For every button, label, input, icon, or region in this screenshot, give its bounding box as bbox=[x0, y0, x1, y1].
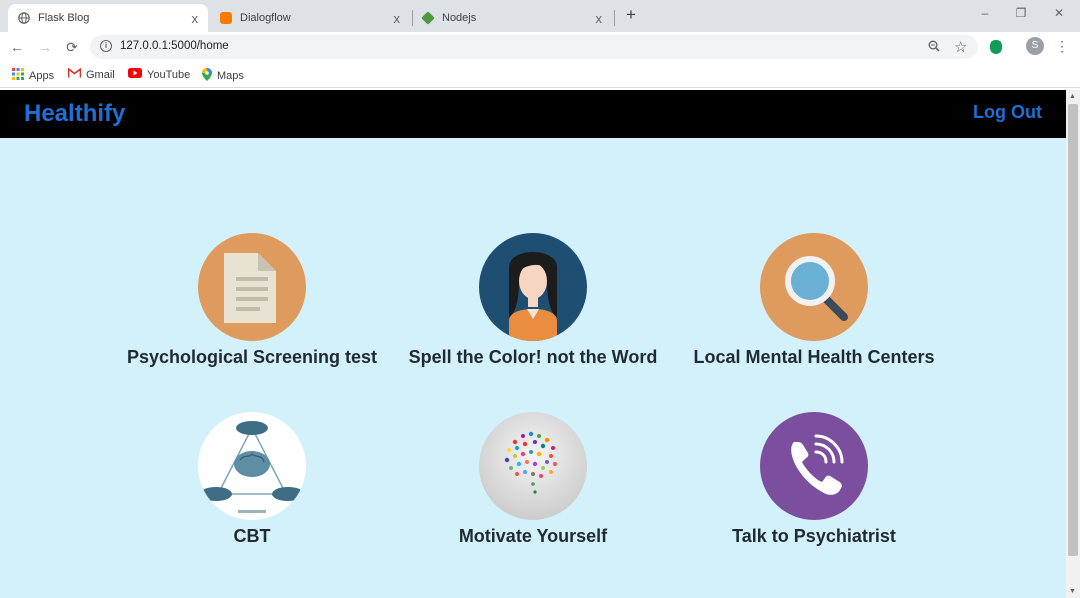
close-window-button[interactable]: ✕ bbox=[1050, 6, 1068, 20]
document-icon bbox=[198, 233, 306, 341]
tab-label: Nodejs bbox=[442, 12, 477, 24]
dialogflow-icon bbox=[220, 12, 232, 24]
menu-kebab-icon[interactable]: ⋮ bbox=[1055, 38, 1069, 55]
address-bar[interactable]: i 127.0.0.1:5000/home ☆ bbox=[90, 35, 978, 59]
restore-button[interactable]: ❐ bbox=[1012, 6, 1030, 20]
card-label: Local Mental Health Centers bbox=[693, 347, 935, 367]
tab-label: Dialogflow bbox=[240, 12, 291, 24]
logout-link[interactable]: Log Out bbox=[973, 102, 1042, 123]
bookmark-youtube[interactable]: YouTube bbox=[128, 68, 190, 81]
card-label: CBT bbox=[233, 526, 271, 546]
tab-nodejs[interactable]: Nodejs x bbox=[412, 4, 612, 32]
card-psychological-screening[interactable]: Psychological Screening test bbox=[102, 233, 402, 368]
bookmark-maps[interactable]: Maps bbox=[202, 68, 244, 84]
bookmark-label: Maps bbox=[217, 70, 244, 82]
maps-pin-icon bbox=[202, 68, 212, 84]
close-tab-icon[interactable]: x bbox=[394, 11, 401, 26]
woman-avatar-icon bbox=[479, 233, 587, 341]
tab-strip: Flask Blog x Dialogflow x Nodejs x + – ❐… bbox=[0, 0, 1080, 32]
bookmark-label: YouTube bbox=[147, 68, 191, 81]
zoom-icon[interactable] bbox=[928, 40, 940, 55]
brain-diagram-icon bbox=[198, 412, 306, 520]
bookmark-star-icon[interactable]: ☆ bbox=[954, 38, 967, 56]
bookmarks-bar: Apps Gmail YouTube Maps bbox=[0, 62, 1080, 88]
youtube-icon bbox=[128, 68, 142, 81]
profile-avatar[interactable]: S bbox=[1026, 37, 1044, 55]
forward-button[interactable]: → bbox=[36, 38, 54, 56]
magnifier-icon bbox=[760, 233, 868, 341]
minimize-button[interactable]: – bbox=[976, 6, 994, 20]
gmail-icon bbox=[67, 67, 82, 81]
phone-call-icon bbox=[760, 412, 868, 520]
card-label: Spell the Color! not the Word bbox=[408, 347, 658, 367]
bookmark-label: Apps bbox=[29, 69, 55, 82]
new-tab-button[interactable]: + bbox=[622, 6, 640, 24]
bookmark-apps[interactable]: Apps bbox=[12, 68, 54, 83]
tab-separator bbox=[614, 10, 615, 26]
globe-icon bbox=[18, 12, 30, 24]
browser-toolbar: ← → ⟳ i 127.0.0.1:5000/home ☆ S ⋮ bbox=[0, 32, 1080, 62]
page-content: Healthify Log Out Psychological Screenin… bbox=[0, 90, 1066, 598]
scroll-down-arrow-icon[interactable]: ▼ bbox=[1069, 588, 1076, 595]
close-tab-icon[interactable]: x bbox=[192, 11, 199, 26]
tab-flask-blog[interactable]: Flask Blog x bbox=[8, 4, 208, 32]
url-text[interactable]: 127.0.0.1:5000/home bbox=[120, 40, 229, 52]
reload-button[interactable]: ⟳ bbox=[63, 38, 81, 56]
vertical-scrollbar[interactable]: ▲ ▼ bbox=[1066, 90, 1080, 598]
site-navbar: Healthify Log Out bbox=[0, 90, 1066, 138]
card-local-mental-health-centers[interactable]: Local Mental Health Centers bbox=[664, 233, 964, 368]
card-spell-the-color[interactable]: Spell the Color! not the Word bbox=[383, 233, 683, 368]
tab-label: Flask Blog bbox=[38, 12, 90, 24]
card-talk-to-psychiatrist[interactable]: Talk to Psychiatrist bbox=[664, 412, 964, 547]
back-button[interactable]: ← bbox=[8, 38, 26, 56]
extension-icon[interactable] bbox=[990, 40, 1002, 54]
card-label: Talk to Psychiatrist bbox=[732, 526, 896, 546]
apps-grid-icon bbox=[12, 68, 24, 83]
card-cbt[interactable]: CBT bbox=[102, 412, 402, 547]
scroll-up-arrow-icon[interactable]: ▲ bbox=[1069, 93, 1076, 100]
close-tab-icon[interactable]: x bbox=[596, 11, 603, 26]
scroll-thumb[interactable] bbox=[1068, 104, 1078, 556]
info-icon[interactable]: i bbox=[100, 40, 112, 52]
colorful-brain-icon bbox=[479, 412, 587, 520]
brand-logo[interactable]: Healthify bbox=[24, 100, 125, 128]
tab-dialogflow[interactable]: Dialogflow x bbox=[210, 4, 410, 32]
bookmark-gmail[interactable]: Gmail bbox=[67, 67, 115, 81]
nodejs-icon bbox=[421, 11, 435, 25]
bookmark-label: Gmail bbox=[86, 68, 115, 81]
card-motivate-yourself[interactable]: Motivate Yourself bbox=[383, 412, 683, 547]
card-label: Motivate Yourself bbox=[458, 526, 608, 546]
card-label: Psychological Screening test bbox=[126, 347, 378, 367]
